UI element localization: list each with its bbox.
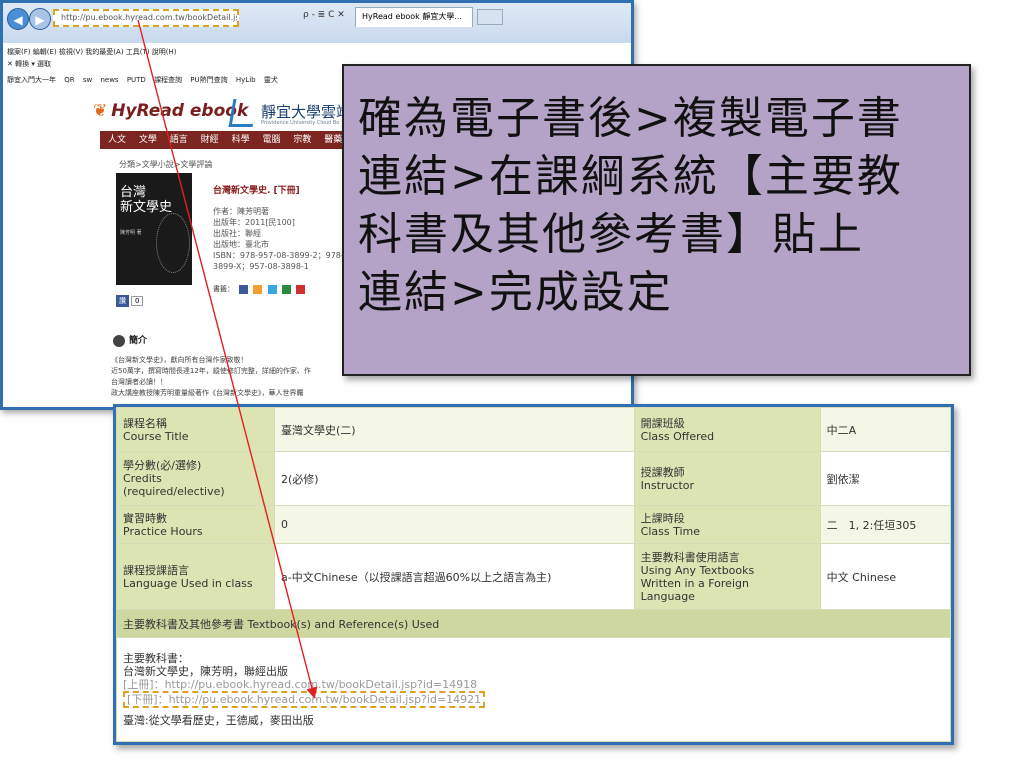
browser-titlebar: ◀ ▶ http://pu.ebook.hyread.com.tw/bookDe… [3, 3, 631, 43]
class-time-value: 二 1, 2:任垣305 [819, 505, 952, 544]
book-icon [113, 334, 125, 347]
favorite-item[interactable]: 靈犬 [264, 76, 278, 84]
facebook-icon[interactable] [239, 284, 249, 294]
meta-line: 出版年：2011[民100] [213, 218, 295, 227]
category-item[interactable]: 語言 [170, 135, 188, 145]
category-item[interactable]: 宗教 [293, 135, 311, 145]
textbook-language-value: 中文 Chinese [819, 543, 952, 610]
twitter-icon[interactable] [267, 284, 277, 294]
new-tab-button[interactable] [477, 9, 503, 25]
like-count: 0 [131, 296, 144, 306]
table-row: 主要教科書及其他參考書 Textbook(s) and Reference(s)… [116, 609, 951, 638]
university-subtitle: Providence University Cloud Bo [261, 120, 340, 126]
meta-line: ISBN：978-957-08-3899-2；978- [213, 251, 344, 260]
callout-line: 連結>在課綱系統【主要教 [358, 151, 903, 202]
plurk-icon[interactable] [253, 284, 263, 294]
meta-line: 作者：陳芳明著 [213, 207, 269, 216]
course-title-value: 臺灣文學史(二) [274, 407, 635, 452]
practice-hours-label: 實習時數 Practice Hours [116, 505, 275, 544]
flower-illustration [156, 213, 190, 273]
breadcrumb[interactable]: 分類>文學小說>文學評論 [119, 159, 212, 170]
callout-line: 確為電子書後>複製電子書 [358, 93, 903, 144]
like-button[interactable]: 讚 [116, 295, 129, 307]
class-offered-value: 中二A [819, 407, 952, 452]
intro-line: 台灣讀者必讀！！ [111, 378, 167, 386]
textbook-section-title: 主要教科書及其他參考書 Textbook(s) and Reference(s)… [116, 609, 951, 638]
favorite-item[interactable]: PUTD [127, 76, 146, 84]
email-icon[interactable] [296, 284, 306, 294]
callout-line: 連結>完成設定 [358, 267, 673, 318]
category-item[interactable]: 科學 [232, 135, 250, 145]
course-info-panel: 課程名稱 Course Title 臺灣文學史(二) 開課班級 Class Offe… [113, 404, 954, 745]
book-cover[interactable]: 台灣 新文學史 陳芳明 著 [116, 173, 192, 285]
category-item[interactable]: 電腦 [262, 135, 280, 145]
textbook-label: 主要教科書： [123, 652, 189, 665]
course-title-label: 課程名稱 Course Title [116, 407, 275, 452]
slide-canvas: ◀ ▶ http://pu.ebook.hyread.com.tw/bookDe… [0, 0, 1024, 768]
address-bar[interactable]: http://pu.ebook.hyread.com.tw/bookDetail… [53, 9, 239, 27]
book-metadata: 作者：陳芳明著 出版年：2011[民100] 出版社：聯經 出版地：臺北市 IS… [213, 206, 344, 272]
credits-value: 2(必修) [274, 451, 635, 506]
callout-line: 科書及其他參考書】貼上 [358, 209, 864, 260]
intro-heading: 簡介 [113, 333, 147, 347]
book-title: 台灣新文學史. [下冊] [213, 186, 300, 196]
class-time-label: 上課時段 Class Time [633, 505, 821, 544]
intro-line: 政大講座教授陳芳明重量級著作《台灣新文學史》，華人世界矚 [111, 389, 304, 397]
textbook-entry: 台灣新文學史，陳芳明，聯經出版 [123, 665, 288, 678]
share-label: 書籤： [213, 285, 234, 293]
university-emblem-icon [228, 99, 258, 127]
meta-line: 出版社：聯經 [213, 229, 261, 238]
share-bar: 書籤： [213, 284, 306, 294]
language-value: a-中文Chinese（以授課語言超過60%以上之語言為主) [274, 543, 635, 610]
table-row: 學分數(必/選修) Credits (required/elective) 2(必修… [116, 451, 952, 506]
table-row: 實習時數 Practice Hours 0 上課時段 Class Time 二 1,… [116, 505, 952, 544]
command-bar[interactable]: ✕ 轉換 ▾ 選取 [7, 59, 51, 69]
favorite-item[interactable]: sw [83, 76, 92, 84]
textbook-link-lower[interactable]: [下冊]：http://pu.ebook.hyread.com.tw/bookD… [123, 691, 486, 708]
like-widget[interactable]: 讚0 [116, 295, 144, 307]
hyread-logo[interactable]: ❦ HyRead ebook [93, 101, 248, 121]
intro-line: 《台灣新文學史》，獻向所有台灣作家致敬！ [111, 356, 248, 364]
meta-line: 3899-X；957-08-3898-1 [213, 262, 309, 271]
table-row: 課程授課語言 Language Used in class a-中文Chinese… [116, 543, 952, 610]
back-arrow-icon[interactable]: ◀ [7, 8, 29, 30]
forward-arrow-icon[interactable]: ▶ [29, 8, 51, 30]
category-item[interactable]: 文學 [139, 135, 157, 145]
textbook-link-upper[interactable]: [上冊]：http://pu.ebook.hyread.com.tw/bookD… [123, 678, 477, 691]
textbook-list: 主要教科書： 台灣新文學史，陳芳明，聯經出版 [上冊]：http://pu.eb… [116, 637, 951, 742]
leaf-icon: ❦ [93, 101, 108, 121]
practice-hours-value: 0 [274, 505, 635, 544]
favorite-item[interactable]: news [100, 76, 118, 84]
credits-label: 學分數(必/選修) Credits (required/elective) [116, 451, 275, 506]
favorite-item[interactable]: 靜宜入門大一年 [7, 76, 56, 84]
bookmark-icon[interactable] [281, 284, 291, 294]
cover-title: 台灣 新文學史 [120, 185, 173, 215]
language-label: 課程授課語言 Language Used in class [116, 543, 275, 610]
instructor-label: 授課教師 Instructor [633, 451, 821, 506]
instruction-callout: 確為電子書後>複製電子書 連結>在課綱系統【主要教 科書及其他參考書】貼上 連結… [342, 64, 971, 376]
instructor-value: 劉依潔 [819, 451, 952, 506]
category-item[interactable]: 醫藥 [324, 135, 342, 145]
favorite-item[interactable]: HyLib [236, 76, 256, 84]
favorite-item[interactable]: QR [64, 76, 74, 84]
course-table: 課程名稱 Course Title 臺灣文學史(二) 開課班級 Class Offe… [116, 407, 952, 742]
intro-line: 近50萬字，撰寫時間長達12年，縱使修訂完整，詳細的作家、作 [111, 367, 311, 375]
favorite-item[interactable]: 課程查詢 [154, 76, 182, 84]
category-item[interactable]: 人文 [108, 135, 126, 145]
favorite-item[interactable]: PU熱門查詢 [190, 76, 227, 84]
textbook-language-label: 主要教科書使用語言 Using Any Textbooks Written in a… [633, 543, 821, 610]
address-controls[interactable]: ρ - ≣ C ✕ [303, 10, 345, 20]
textbook-entry: 臺灣:從文學看歷史，王德威，麥田出版 [123, 714, 314, 727]
category-item[interactable]: 財經 [201, 135, 219, 145]
intro-text: 《台灣新文學史》，獻向所有台灣作家致敬！ 近50萬字，撰寫時間長達12年，縱使修… [111, 355, 351, 399]
meta-line: 出版地：臺北市 [213, 240, 269, 249]
table-row: 課程名稱 Course Title 臺灣文學史(二) 開課班級 Class Offe… [116, 407, 952, 452]
menu-bar[interactable]: 檔案(F) 編輯(E) 檢視(V) 我的最愛(A) 工具(T) 說明(H) [7, 47, 176, 57]
browser-tab[interactable]: HyRead ebook 靜宜大學... [355, 7, 473, 27]
table-row: 主要教科書： 台灣新文學史，陳芳明，聯經出版 [上冊]：http://pu.eb… [116, 637, 951, 742]
class-offered-label: 開課班級 Class Offered [633, 407, 821, 452]
